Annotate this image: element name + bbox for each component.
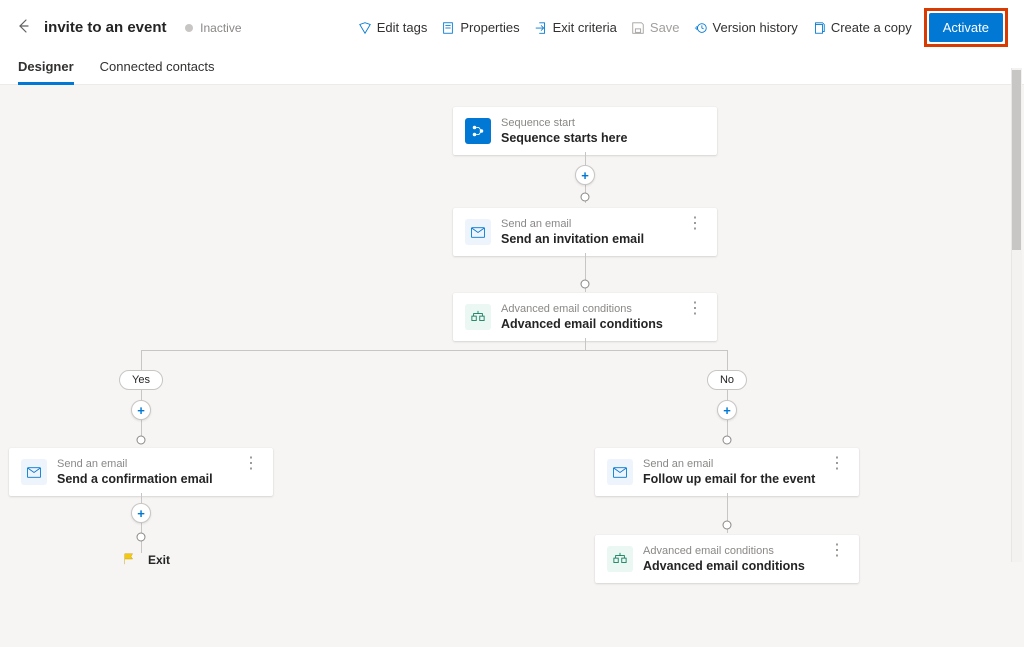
email-icon — [21, 459, 47, 485]
add-step-button[interactable]: + — [131, 503, 151, 523]
connector — [141, 493, 142, 553]
add-step-button[interactable]: + — [575, 165, 595, 185]
connector-port — [723, 521, 732, 530]
activate-highlight: Activate — [924, 8, 1008, 47]
properties-button[interactable]: Properties — [439, 16, 521, 39]
copy-icon — [812, 21, 826, 35]
exit-icon — [534, 21, 548, 35]
connector — [727, 350, 728, 444]
node-title: Send a confirmation email — [57, 472, 231, 486]
header-left: invite to an event Inactive — [14, 16, 242, 39]
designer-canvas[interactable]: Sequence start Sequence starts here + Se… — [0, 85, 1024, 647]
node-advanced-email-conditions-2[interactable]: Advanced email conditions Advanced email… — [595, 535, 859, 583]
connector-port — [581, 280, 590, 289]
node-title: Advanced email conditions — [501, 317, 675, 331]
version-history-button[interactable]: Version history — [692, 16, 800, 39]
conditions-icon — [607, 546, 633, 572]
vertical-scrollbar-thumb[interactable] — [1012, 70, 1021, 250]
status-text: Inactive — [200, 21, 241, 35]
node-follow-up-email[interactable]: Send an email Follow up email for the ev… — [595, 448, 859, 496]
branch-yes-label: Yes — [119, 370, 163, 390]
node-more-icon[interactable]: ⋮ — [827, 458, 847, 470]
node-title: Send an invitation email — [501, 232, 675, 246]
connector — [141, 350, 142, 444]
conditions-icon — [465, 304, 491, 330]
exit-label: Exit — [148, 553, 170, 567]
node-more-icon[interactable]: ⋮ — [241, 458, 261, 470]
node-send-invitation-email[interactable]: Send an email Send an invitation email ⋮ — [453, 208, 717, 256]
node-sequence-start[interactable]: Sequence start Sequence starts here — [453, 107, 717, 155]
history-icon — [694, 21, 708, 35]
tag-icon — [358, 21, 372, 35]
exit-criteria-button[interactable]: Exit criteria — [532, 16, 619, 39]
document-icon — [441, 21, 455, 35]
connector — [141, 350, 727, 351]
connector-port — [137, 436, 146, 445]
node-kind: Send an email — [501, 218, 675, 230]
status-indicator: Inactive — [177, 20, 242, 35]
create-copy-button[interactable]: Create a copy — [810, 16, 914, 39]
node-title: Advanced email conditions — [643, 559, 817, 573]
status-dot-icon — [185, 24, 193, 32]
connector — [585, 338, 586, 350]
save-button: Save — [629, 16, 682, 39]
email-icon — [465, 219, 491, 245]
node-kind: Advanced email conditions — [501, 303, 675, 315]
page-header: invite to an event Inactive Edit tags Pr… — [0, 0, 1024, 53]
page-title: invite to an event — [44, 19, 167, 36]
node-kind: Sequence start — [501, 117, 705, 129]
add-step-button[interactable]: + — [131, 400, 151, 420]
node-more-icon[interactable]: ⋮ — [685, 218, 705, 230]
node-more-icon[interactable]: ⋮ — [685, 303, 705, 315]
node-more-icon[interactable]: ⋮ — [827, 545, 847, 557]
edit-tags-button[interactable]: Edit tags — [356, 16, 430, 39]
tab-connected-contacts[interactable]: Connected contacts — [100, 53, 215, 84]
save-icon — [631, 21, 645, 35]
connector-port — [581, 193, 590, 202]
email-icon — [607, 459, 633, 485]
connector-port — [723, 436, 732, 445]
node-kind: Advanced email conditions — [643, 545, 817, 557]
node-title: Follow up email for the event — [643, 472, 817, 486]
connector-port — [137, 533, 146, 542]
node-title: Sequence starts here — [501, 131, 705, 145]
node-kind: Send an email — [57, 458, 231, 470]
tab-strip: Designer Connected contacts — [0, 53, 1024, 85]
back-arrow-icon[interactable] — [14, 16, 34, 39]
tab-designer[interactable]: Designer — [18, 53, 74, 84]
node-send-confirmation-email[interactable]: Send an email Send a confirmation email … — [9, 448, 273, 496]
exit-flag-icon — [123, 552, 137, 566]
node-kind: Send an email — [643, 458, 817, 470]
sequence-start-icon — [465, 118, 491, 144]
command-bar: Edit tags Properties Exit criteria Save … — [356, 8, 1008, 47]
activate-button[interactable]: Activate — [929, 13, 1003, 42]
add-step-button[interactable]: + — [717, 400, 737, 420]
branch-no-label: No — [707, 370, 747, 390]
node-advanced-email-conditions-1[interactable]: Advanced email conditions Advanced email… — [453, 293, 717, 341]
